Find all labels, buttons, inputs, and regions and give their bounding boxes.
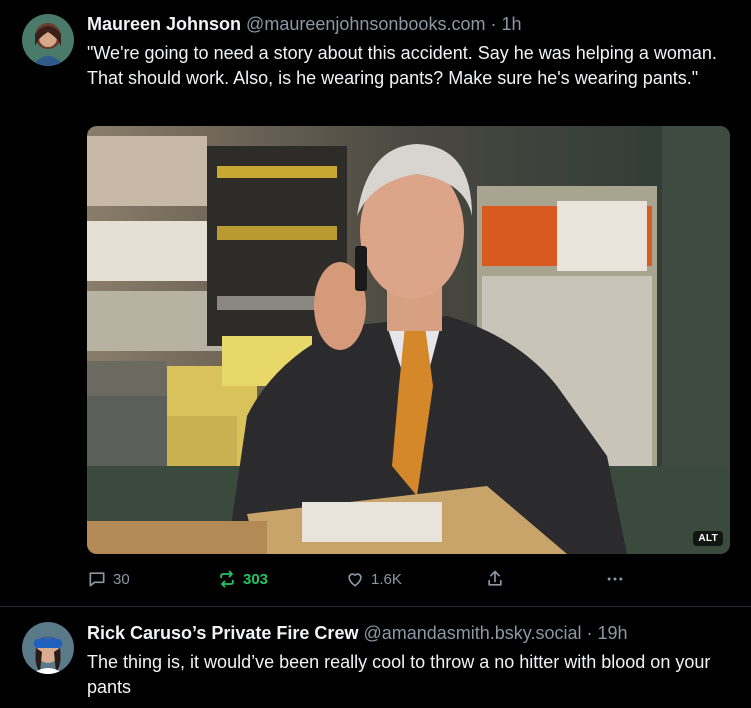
author-handle[interactable]: @maureenjohnsonbooks.com xyxy=(246,14,485,34)
reply-icon xyxy=(89,572,105,587)
more-button[interactable] xyxy=(605,566,625,592)
separator: · xyxy=(490,14,497,34)
like-button[interactable]: 1.6K xyxy=(345,566,402,592)
image-content xyxy=(87,126,730,554)
alt-badge[interactable]: ALT xyxy=(693,531,723,546)
share-button[interactable] xyxy=(485,566,505,592)
action-bar: 30 303 1.6K xyxy=(87,566,727,592)
reply-count: 30 xyxy=(113,570,130,588)
post-header: Maureen Johnson @maureenjohnsonbooks.com… xyxy=(87,12,522,36)
like-icon xyxy=(348,573,362,587)
post-time[interactable]: 1h xyxy=(501,14,521,34)
reply-button[interactable]: 30 xyxy=(87,566,130,592)
like-count: 1.6K xyxy=(371,570,402,588)
post-header: Rick Caruso’s Private Fire Crew @amandas… xyxy=(87,621,628,645)
repost-button[interactable]: 303 xyxy=(217,566,268,592)
author-name[interactable]: Rick Caruso’s Private Fire Crew xyxy=(87,623,358,643)
avatar[interactable] xyxy=(22,14,74,66)
post-time[interactable]: 19h xyxy=(598,623,628,643)
post[interactable]: Rick Caruso’s Private Fire Crew @amandas… xyxy=(0,607,751,708)
post-text: "We're going to need a story about this … xyxy=(87,43,722,88)
avatar[interactable] xyxy=(22,622,74,674)
more-icon xyxy=(607,577,623,581)
author-name[interactable]: Maureen Johnson xyxy=(87,14,241,34)
share-icon xyxy=(488,570,502,586)
post-image[interactable]: ALT xyxy=(87,126,730,554)
repost-count: 303 xyxy=(243,570,269,588)
post[interactable]: Maureen Johnson @maureenjohnsonbooks.com… xyxy=(0,0,751,606)
repost-icon xyxy=(220,570,234,588)
separator: · xyxy=(586,623,593,643)
post-text: The thing is, it would’ve been really co… xyxy=(87,652,716,697)
author-handle[interactable]: @amandasmith.bsky.social xyxy=(363,623,581,643)
